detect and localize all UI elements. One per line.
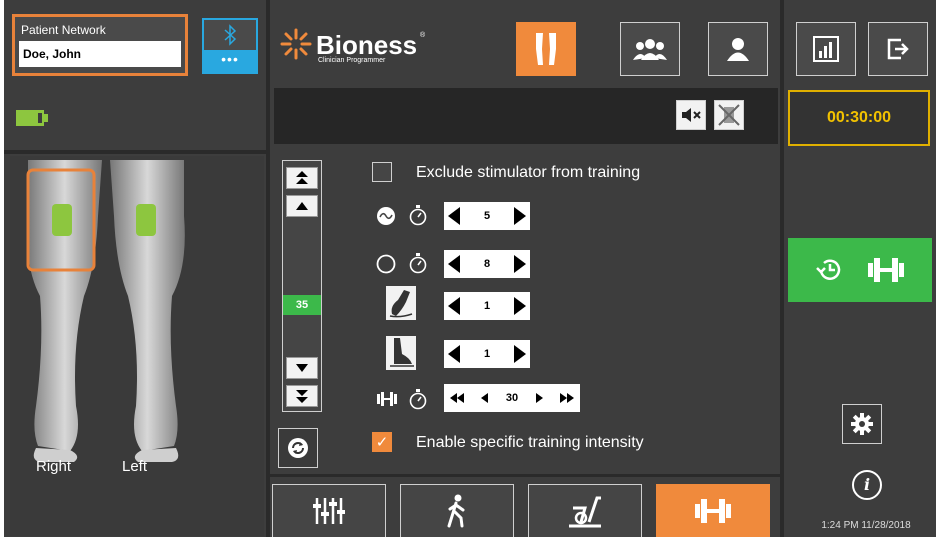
ramp-on-time-value: 5 [483, 210, 491, 222]
stimulation-level-value: 35 [283, 295, 321, 315]
patient-name-field[interactable]: Doe, John [19, 41, 181, 67]
ramp-off-time-value: 8 [483, 258, 491, 270]
status-datetime: 1:24 PM 11/28/2018 [821, 520, 911, 531]
exit-button[interactable] [868, 22, 928, 76]
decrease-arrow-icon[interactable] [481, 393, 489, 403]
start-training-button[interactable] [788, 238, 932, 302]
increase-arrow-icon[interactable] [514, 345, 526, 363]
history-clock-icon [816, 259, 841, 280]
dumbbell-icon [695, 499, 731, 523]
circle-icon [376, 254, 396, 274]
stopwatch-icon [409, 205, 427, 226]
decrease-arrow-icon[interactable] [448, 297, 460, 315]
stopwatch-icon [409, 253, 427, 274]
registered-mark: ® [420, 32, 426, 39]
legs-illustration [26, 160, 185, 462]
dumbbell-icon [868, 258, 904, 282]
group-nav-button[interactable] [620, 22, 680, 76]
level-down-button[interactable] [286, 357, 318, 379]
divider [270, 474, 780, 477]
divider [780, 0, 784, 537]
increase-arrow-icon[interactable] [514, 297, 526, 315]
heel-off-foot-icon [386, 286, 416, 320]
person-icon [727, 38, 749, 61]
gear-icon [851, 413, 873, 435]
patient-network-box[interactable]: Patient Network Doe, John [12, 14, 188, 76]
reports-nav-button[interactable] [796, 22, 856, 76]
legs-nav-button[interactable] [516, 22, 576, 76]
stimulation-level-control: 35 [282, 160, 322, 412]
tab-walking[interactable] [400, 484, 514, 537]
bluetooth-icon [204, 20, 256, 50]
decrease-arrow-icon[interactable] [448, 345, 460, 363]
ramp-off-time-stepper[interactable]: 8 [444, 250, 530, 278]
app-window: Patient Network Doe, John ••• Right Left… [4, 0, 936, 537]
double-down-icon [296, 390, 308, 403]
dumbbell-icon [377, 392, 397, 406]
decrease-arrow-icon[interactable] [448, 255, 460, 273]
legs-panel: Right Left [10, 156, 264, 536]
right-leg-label: Right [36, 458, 72, 475]
level-max-up-button[interactable] [286, 167, 318, 189]
heel-off-delay-value: 1 [483, 300, 491, 312]
brand-subtitle: Clinician Programmer [318, 57, 386, 64]
tab-training[interactable] [656, 484, 770, 537]
bioness-logo-icon [280, 28, 312, 60]
level-min-down-button[interactable] [286, 385, 318, 407]
tab-cycling[interactable] [528, 484, 642, 537]
increase-arrow-icon[interactable] [514, 207, 526, 225]
divider [4, 150, 266, 154]
increase-arrow-icon[interactable] [514, 255, 526, 273]
increase-arrow-icon[interactable] [535, 393, 543, 403]
level-up-button[interactable] [286, 195, 318, 217]
training-time-value: 30 [505, 392, 519, 404]
up-arrow-icon [296, 202, 308, 210]
mute-icon [682, 108, 701, 122]
fast-decrease-icon[interactable] [450, 393, 464, 403]
legs-icon [536, 33, 556, 65]
ramp-wave-icon [377, 207, 395, 225]
sliders-icon [313, 498, 345, 524]
ramp-on-time-stepper[interactable]: 5 [444, 202, 530, 230]
patient-nav-button[interactable] [708, 22, 768, 76]
exclude-stimulator-checkbox[interactable] [372, 162, 392, 182]
down-arrow-icon [296, 364, 308, 372]
walking-person-icon [447, 494, 465, 528]
right-stimulator-icon [52, 204, 72, 236]
decrease-arrow-icon[interactable] [448, 207, 460, 225]
vibration-off-button[interactable] [714, 100, 744, 130]
settings-button[interactable] [842, 404, 882, 444]
mute-button[interactable] [676, 100, 706, 130]
exclude-stimulator-label: Exclude stimulator from training [416, 164, 641, 181]
vibration-off-icon [718, 104, 740, 126]
info-icon[interactable]: i [852, 470, 882, 500]
left-leg-label: Left [122, 458, 148, 475]
heel-off-delay-stepper[interactable]: 1 [444, 292, 530, 320]
double-up-icon [296, 171, 308, 184]
bluetooth-button[interactable]: ••• [202, 18, 258, 74]
group-icon [633, 39, 667, 60]
fast-increase-icon[interactable] [560, 393, 574, 403]
reset-button[interactable] [278, 428, 318, 468]
exercise-bike-icon [569, 496, 601, 528]
training-time-stepper[interactable]: 30 [444, 384, 580, 412]
heel-on-foot-icon [386, 336, 416, 370]
refresh-icon [288, 438, 308, 458]
divider [266, 0, 270, 537]
exit-icon [887, 38, 909, 60]
session-timer: 00:30:00 [788, 90, 930, 146]
enable-training-intensity-label: Enable specific training intensity [416, 434, 644, 451]
bluetooth-status-dots: ••• [204, 50, 256, 72]
message-bar [274, 88, 778, 144]
report-chart-icon [813, 36, 839, 62]
enable-training-intensity-checkbox[interactable]: ✓ [372, 432, 392, 452]
heel-on-delay-stepper[interactable]: 1 [444, 340, 530, 368]
battery-icon [16, 108, 50, 128]
bioness-logo: Bioness ® Clinician Programmer [278, 26, 458, 70]
left-stimulator-icon [136, 204, 156, 236]
patient-network-label: Patient Network [21, 23, 106, 37]
heel-on-delay-value: 1 [483, 348, 491, 360]
tab-stimulation-settings[interactable] [272, 484, 386, 537]
stopwatch-icon [409, 389, 427, 410]
